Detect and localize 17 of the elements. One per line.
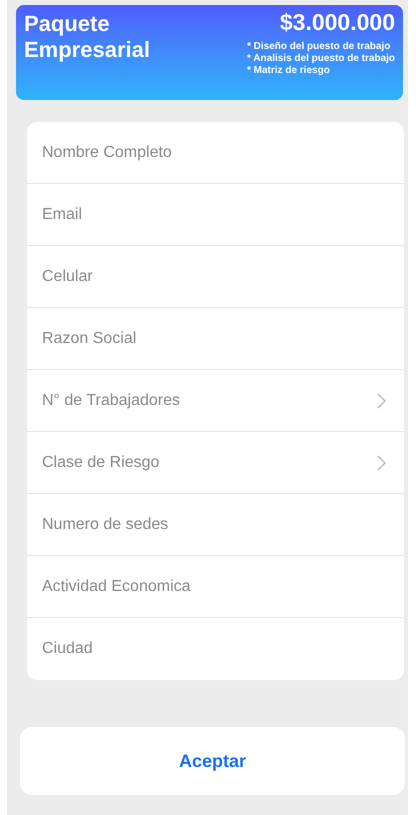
input-field[interactable]: Celular <box>42 262 386 292</box>
accept-button[interactable]: Aceptar <box>20 727 405 795</box>
input-field[interactable]: Razon Social <box>42 324 386 354</box>
feature-text: * Diseño del puesto de trabajo <box>247 41 392 53</box>
feature-text: * Matriz de riesgo <box>247 65 331 77</box>
feature-text: * Analisis del puesto de trabajo <box>247 53 395 65</box>
input-field[interactable]: Email <box>42 200 386 230</box>
package-price: $3.000.000 <box>280 9 395 35</box>
input-field[interactable]: Nombre Completo <box>42 138 386 168</box>
select-field[interactable]: N° de Trabajadores <box>42 386 377 416</box>
chevron-right-icon <box>377 392 386 408</box>
input-field[interactable]: Actividad Economica <box>42 572 386 602</box>
package-title: Paquete Empresarial <box>24 11 151 64</box>
input-field[interactable]: Ciudad <box>42 634 386 664</box>
select-field[interactable]: Clase de Riesgo <box>42 448 377 478</box>
input-field[interactable]: Numero de sedes <box>42 510 386 540</box>
chevron-right-icon <box>377 454 386 470</box>
